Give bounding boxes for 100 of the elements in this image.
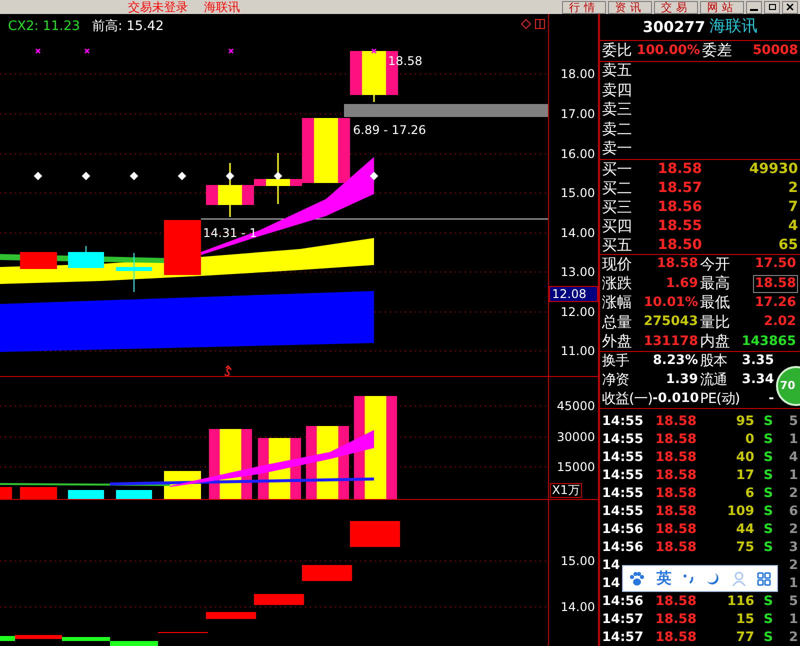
stat-label: 量比 <box>700 312 730 332</box>
cross-marker-icon <box>228 48 234 54</box>
ask-label: 卖一 <box>602 139 633 159</box>
tick-volume: 77 <box>735 628 754 646</box>
tick-volume: 44 <box>735 520 754 539</box>
bid-volume: 4 <box>787 216 798 236</box>
tick-side: S <box>762 592 774 611</box>
minimize-button[interactable] <box>746 0 762 14</box>
bid-volume: 2 <box>787 178 798 198</box>
stat-label: 涨跌 <box>602 274 632 294</box>
stat-label: 内盘 <box>700 332 730 352</box>
diff-value: 50008 <box>752 42 798 60</box>
price-bar <box>350 521 400 547</box>
tick-price: 18.58 <box>655 448 697 467</box>
price-axis-label: 12.00 <box>560 305 595 319</box>
stat-value: 275043 <box>642 313 699 332</box>
tick-volume: 75 <box>735 538 754 557</box>
stat-label: 最低 <box>700 293 730 312</box>
price-axis-label: 15.00 <box>560 186 595 200</box>
tick-side: S <box>762 466 774 485</box>
tick-side: S <box>762 484 774 503</box>
stat-value: 1.69 <box>664 274 699 293</box>
tick-count: 1 <box>788 430 798 449</box>
stock-name: 海联讯 <box>709 15 758 37</box>
restore-button[interactable] <box>764 0 780 14</box>
price-axis-label: 16.00 <box>560 147 595 161</box>
status-badge[interactable]: 70 <box>776 366 800 406</box>
bid-volume: 65 <box>778 236 798 254</box>
tick-time: 14:55 <box>602 412 644 431</box>
moon-icon[interactable] <box>706 572 720 586</box>
nav-button[interactable]: 行情 <box>562 0 606 14</box>
stock-code: 300277 <box>642 16 706 38</box>
window-title-stock: 海联讯 <box>204 1 240 13</box>
input-mode-toggle[interactable]: 英 <box>656 567 672 590</box>
tick-count: 2 <box>788 484 798 503</box>
ask-label: 卖五 <box>602 61 633 81</box>
tick-count: 2 <box>788 628 798 646</box>
tick-count: 1 <box>788 574 798 593</box>
price-bar <box>302 565 352 581</box>
tick-price: 18.58 <box>655 412 697 431</box>
grid-icon[interactable] <box>757 572 772 586</box>
tick-side: S <box>762 538 774 557</box>
close-button[interactable] <box>782 0 798 14</box>
tick-count: 1 <box>788 466 798 485</box>
ask-label: 卖二 <box>602 120 633 140</box>
price-bar <box>254 594 304 605</box>
tick-price: 18.58 <box>655 610 697 629</box>
punctuation-icon[interactable] <box>682 572 695 584</box>
info-label: 换手 <box>602 352 629 370</box>
diamond-marker-icon <box>370 172 378 180</box>
tick-side: S <box>762 502 774 521</box>
diamond-marker-icon <box>82 172 90 180</box>
diff-label: 委差 <box>702 41 732 60</box>
window-title: 交易未登录 <box>128 1 188 13</box>
info-label: 收益(一) <box>602 390 652 408</box>
bid-price: 18.57 <box>656 178 702 198</box>
volume-bar <box>20 487 57 499</box>
tick-price: 18.58 <box>655 484 697 503</box>
tick-side: S <box>762 448 774 467</box>
info-value: 3.34 <box>742 371 774 390</box>
stat-label: 最高 <box>700 274 730 294</box>
bid-volume: 7 <box>787 198 798 216</box>
tick-side: S <box>762 628 774 646</box>
price-axis-label: 18.00 <box>560 67 595 81</box>
info-value: 1.39 <box>666 371 698 390</box>
stat-label: 总量 <box>602 312 632 332</box>
tick-price: 18.58 <box>655 430 697 449</box>
tick-side: S <box>762 430 774 449</box>
previous-high-value: 前高: 15.42 <box>92 18 164 36</box>
volume-axis-label: 15000 <box>556 460 595 474</box>
tick-count: 4 <box>788 448 798 467</box>
bid-label: 买五 <box>602 236 633 254</box>
close-icon <box>786 3 794 11</box>
candle <box>206 163 254 217</box>
paw-icon[interactable] <box>628 572 645 586</box>
nav-button[interactable]: 网站 <box>700 0 744 14</box>
tick-time: 14:55 <box>602 466 644 485</box>
minimize-icon <box>750 8 758 10</box>
price-axis-label: 15.00 <box>560 554 595 568</box>
panel-icon[interactable] <box>535 19 545 29</box>
tick-price: 18.58 <box>655 592 697 611</box>
info-value: - <box>768 390 774 408</box>
tick-volume: 95 <box>735 412 754 431</box>
nav-button[interactable]: 资讯 <box>608 0 652 14</box>
tick-price: 18.58 <box>655 628 697 646</box>
nav-button[interactable]: 交易 <box>654 0 698 14</box>
volume-axis-label: 45000 <box>556 399 595 413</box>
stat-label: 今开 <box>700 254 730 274</box>
info-value: 3.35 <box>742 352 774 370</box>
tick-volume: 109 <box>726 502 754 521</box>
bid-price: 18.56 <box>656 198 702 216</box>
volume-bar <box>0 487 12 499</box>
tick-time: 14:57 <box>602 610 644 629</box>
stat-value: 18.58 <box>656 255 699 274</box>
tick-time: 14 <box>602 556 620 575</box>
candle <box>254 153 302 204</box>
price-axis-label: 13.00 <box>560 265 595 279</box>
price-axis-label: 17.00 <box>560 107 595 121</box>
diamond-icon[interactable] <box>521 19 531 29</box>
tick-side: S <box>762 610 774 629</box>
